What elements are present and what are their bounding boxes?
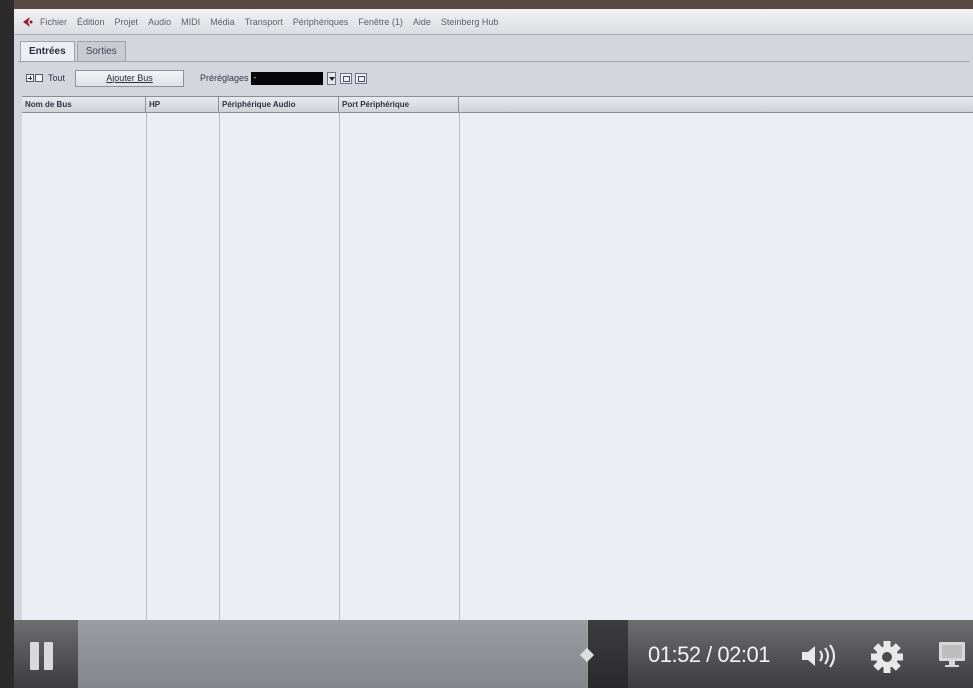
column-divider: [459, 113, 460, 621]
menu-audio[interactable]: Audio: [148, 17, 171, 27]
column-header-port-peripherique[interactable]: Port Périphérique: [339, 97, 459, 113]
table-header: Nom de Bus HP Périphérique Audio Port Pé…: [22, 97, 973, 113]
menu-fichier[interactable]: Fichier: [40, 17, 67, 27]
seek-bar-progress: [78, 620, 587, 688]
column-header-nom-de-bus[interactable]: Nom de Bus: [22, 97, 146, 113]
presets-label: Préréglages: [200, 73, 249, 83]
menu-peripheriques[interactable]: Périphériques: [293, 17, 349, 27]
tab-bar: Entrées Sorties: [20, 41, 128, 61]
menu-steinberg-hub[interactable]: Steinberg Hub: [441, 17, 499, 27]
column-header-hp[interactable]: HP: [146, 97, 219, 113]
column-header-peripherique-audio[interactable]: Périphérique Audio: [219, 97, 339, 113]
expand-all-label: Tout: [48, 73, 66, 83]
tab-sorties[interactable]: Sorties: [76, 41, 126, 61]
cubase-logo-icon[interactable]: [20, 15, 34, 29]
menu-aide[interactable]: Aide: [413, 17, 431, 27]
menu-midi[interactable]: MIDI: [181, 17, 200, 27]
column-divider: [339, 113, 340, 621]
add-bus-button[interactable]: Ajouter Bus: [75, 69, 185, 87]
pause-button[interactable]: [30, 642, 56, 670]
expand-collapse-all[interactable]: [26, 74, 44, 82]
video-player-controls: 01:52 / 02:01: [14, 620, 973, 688]
collapse-all-icon[interactable]: [35, 74, 43, 82]
menu-fenetre[interactable]: Fenêtre (1): [358, 17, 403, 27]
presets-select[interactable]: -: [250, 71, 323, 85]
column-divider: [219, 113, 220, 621]
menu-edition[interactable]: Édition: [77, 17, 105, 27]
expand-all-icon[interactable]: [26, 74, 34, 82]
pause-icon-bar: [44, 642, 53, 670]
presets-dropdown-icon[interactable]: [326, 71, 336, 85]
delete-preset-icon[interactable]: [354, 72, 367, 84]
window-top-edge: [0, 0, 973, 9]
menu-transport[interactable]: Transport: [245, 17, 283, 27]
column-divider: [146, 113, 147, 621]
menu-media[interactable]: Média: [210, 17, 235, 27]
tab-divider: [18, 61, 969, 62]
menu-bar: Fichier Édition Projet Audio MIDI Média …: [14, 9, 973, 35]
save-preset-icon[interactable]: [339, 72, 352, 84]
volume-icon[interactable]: [800, 642, 844, 670]
window-left-edge: [0, 0, 14, 688]
fullscreen-icon[interactable]: [937, 640, 967, 670]
tab-entrees[interactable]: Entrées: [20, 41, 75, 61]
time-display: 01:52 / 02:01: [648, 642, 770, 667]
settings-gear-icon[interactable]: [870, 640, 904, 674]
menu-projet[interactable]: Projet: [115, 17, 139, 27]
pause-icon: [30, 642, 39, 670]
toolbar: Tout Ajouter Bus Préréglages -: [26, 69, 370, 87]
bus-table: Nom de Bus HP Périphérique Audio Port Pé…: [22, 96, 973, 621]
audio-connections-window: Entrées Sorties Tout Ajouter Bus Prérégl…: [14, 35, 973, 621]
